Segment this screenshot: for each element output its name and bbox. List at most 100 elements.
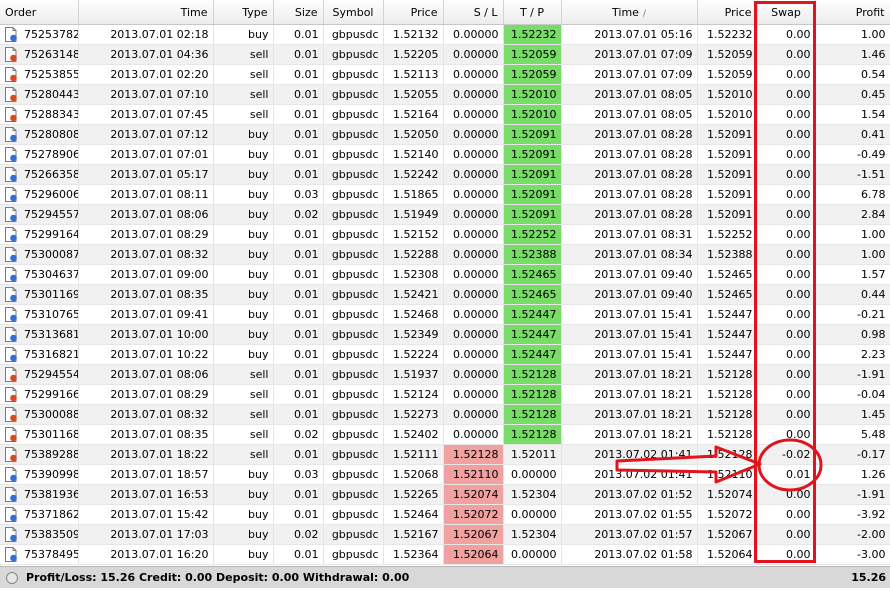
cell-swap: 0.00 <box>757 24 816 45</box>
cell-size: 0.03 <box>273 464 324 485</box>
cell-type: buy <box>213 204 274 225</box>
cell-profit: 0.98 <box>815 324 890 345</box>
cell-sl: 0.00000 <box>443 84 504 105</box>
col-type[interactable]: Type <box>213 0 274 25</box>
cell-tp: 1.52128 <box>503 384 562 405</box>
cell-open-price: 1.52308 <box>383 264 444 285</box>
table-row[interactable]: 75300087 2013.07.01 08:32 buy 0.01 gbpusdc 1.… <box>0 244 890 265</box>
cell-swap: 0.00 <box>757 404 816 425</box>
col-open-price-label: Price <box>410 5 438 19</box>
cell-close-time: 2013.07.01 08:28 <box>561 204 698 225</box>
cell-close-price: 1.52059 <box>697 44 758 65</box>
red-order-icon <box>5 367 17 382</box>
col-profit[interactable]: Profit <box>815 0 890 25</box>
cell-type: sell <box>213 104 274 125</box>
cell-close-price: 1.52010 <box>697 104 758 125</box>
table-row[interactable]: 75300088 2013.07.01 08:32 sell 0.01 gbpusdc 1… <box>0 404 890 425</box>
blue-order-icon <box>5 167 17 182</box>
order-number: 75299164 <box>24 228 78 241</box>
cell-symbol: gbpusdc <box>323 404 384 425</box>
col-swap[interactable]: Swap <box>757 0 816 25</box>
cell-type: sell <box>213 364 274 385</box>
table-row[interactable]: 75278906 2013.07.01 07:01 buy 0.01 gbpusdc 1.… <box>0 144 890 165</box>
cell-size: 0.01 <box>273 24 324 45</box>
cell-swap: 0.00 <box>757 384 816 405</box>
table-row[interactable]: 75266358 2013.07.01 05:17 buy 0.01 gbpusdc 1.… <box>0 164 890 185</box>
col-sl[interactable]: S / L <box>443 0 504 25</box>
cell-tp: 1.52059 <box>503 64 562 85</box>
cell-order: 75266358 <box>0 164 79 185</box>
table-row[interactable]: 75383509 2013.07.01 17:03 buy 0.02 gbpusdc 1.… <box>0 524 890 545</box>
table-row[interactable]: 75389288 2013.07.01 18:22 sell 0.01 gbpusdc 1… <box>0 444 890 465</box>
cell-open-price: 1.52265 <box>383 484 444 505</box>
cell-order: 75294554 <box>0 364 79 385</box>
table-row[interactable]: 75371862 2013.07.01 15:42 buy 0.01 gbpusdc 1.… <box>0 504 890 525</box>
cell-order: 75296006 <box>0 184 79 205</box>
cell-open-price: 1.51937 <box>383 364 444 385</box>
cell-swap: 0.00 <box>757 44 816 65</box>
cell-sl: 0.00000 <box>443 384 504 405</box>
cell-open-time: 2013.07.01 16:20 <box>78 544 214 565</box>
cell-close-time: 2013.07.01 08:05 <box>561 84 698 105</box>
table-row[interactable]: 75304637 2013.07.01 09:00 buy 0.01 gbpusdc 1.… <box>0 264 890 285</box>
table-row[interactable]: 75299164 2013.07.01 08:29 buy 0.01 gbpusdc 1.… <box>0 224 890 245</box>
col-size[interactable]: Size <box>273 0 324 25</box>
cell-open-price: 1.52288 <box>383 244 444 265</box>
order-number: 75278906 <box>24 148 78 161</box>
table-row[interactable]: 75296006 2013.07.01 08:11 buy 0.03 gbpusdc 1.… <box>0 184 890 205</box>
table-row[interactable]: 75301168 2013.07.01 08:35 sell 0.02 gbpusdc 1… <box>0 424 890 445</box>
sort-indicator-icon: / <box>642 8 646 19</box>
col-open-time[interactable]: Time <box>78 0 214 25</box>
cell-open-time: 2013.07.01 02:20 <box>78 64 214 85</box>
col-open-price[interactable]: Price <box>383 0 444 25</box>
table-row[interactable]: 75294554 2013.07.01 08:06 sell 0.01 gbpusdc 1… <box>0 364 890 385</box>
table-row[interactable]: 75253782 2013.07.01 02:18 buy 0.01 gbpusdc 1.… <box>0 24 890 45</box>
table-row[interactable]: 75378495 2013.07.01 16:20 buy 0.01 gbpusdc 1.… <box>0 544 890 565</box>
table-row[interactable]: 75280443 2013.07.01 07:10 sell 0.01 gbpusdc 1… <box>0 84 890 105</box>
cell-tp: 1.52091 <box>503 124 562 145</box>
cell-order: 75299164 <box>0 224 79 245</box>
table-row[interactable]: 75390998 2013.07.01 18:57 buy 0.03 gbpusdc 1.… <box>0 464 890 485</box>
table-row[interactable]: 75381936 2013.07.01 16:53 buy 0.01 gbpusdc 1.… <box>0 484 890 505</box>
col-close-price[interactable]: Price <box>697 0 758 25</box>
table-row[interactable]: 75253855 2013.07.01 02:20 sell 0.01 gbpusdc 1… <box>0 64 890 85</box>
cell-close-price: 1.52091 <box>697 164 758 185</box>
cell-type: buy <box>213 144 274 165</box>
cell-profit: 0.54 <box>815 64 890 85</box>
cell-profit: -1.51 <box>815 164 890 185</box>
cell-order: 75263148 <box>0 44 79 65</box>
cell-close-time: 2013.07.02 01:52 <box>561 484 698 505</box>
cell-open-time: 2013.07.01 10:22 <box>78 344 214 365</box>
col-symbol[interactable]: Symbol <box>323 0 384 25</box>
order-number: 75316821 <box>24 348 78 361</box>
cell-sl: 1.52064 <box>443 544 504 565</box>
col-close-time[interactable]: Time / <box>561 0 698 25</box>
cell-profit: 6.78 <box>815 184 890 205</box>
cell-open-time: 2013.07.01 07:01 <box>78 144 214 165</box>
table-row[interactable]: 75263148 2013.07.01 04:36 sell 0.01 gbpusdc 1… <box>0 44 890 65</box>
table-row[interactable]: 75299166 2013.07.01 08:29 sell 0.01 gbpusdc 1… <box>0 384 890 405</box>
col-tp[interactable]: T / P <box>503 0 562 25</box>
cell-symbol: gbpusdc <box>323 24 384 45</box>
table-row[interactable]: 75294557 2013.07.01 08:06 buy 0.02 gbpusdc 1.… <box>0 204 890 225</box>
cell-order: 75389288 <box>0 444 79 465</box>
cell-order: 75301168 <box>0 424 79 445</box>
table-row[interactable]: 75310765 2013.07.01 09:41 buy 0.01 gbpusdc 1.… <box>0 304 890 325</box>
cell-open-time: 2013.07.01 08:32 <box>78 244 214 265</box>
table-row[interactable]: 75301169 2013.07.01 08:35 buy 0.01 gbpusdc 1.… <box>0 284 890 305</box>
cell-order: 75253782 <box>0 24 79 45</box>
cell-open-time: 2013.07.01 18:22 <box>78 444 214 465</box>
table-row[interactable]: 75316821 2013.07.01 10:22 buy 0.01 gbpusdc 1.… <box>0 344 890 365</box>
cell-size: 0.01 <box>273 404 324 425</box>
cell-close-price: 1.52091 <box>697 124 758 145</box>
cell-profit: 0.45 <box>815 84 890 105</box>
cell-type: buy <box>213 184 274 205</box>
cell-sl: 0.00000 <box>443 364 504 385</box>
cell-size: 0.01 <box>273 124 324 145</box>
table-row[interactable]: 75313681 2013.07.01 10:00 buy 0.01 gbpusdc 1.… <box>0 324 890 345</box>
table-row[interactable]: 75280808 2013.07.01 07:12 buy 0.01 gbpusdc 1.… <box>0 124 890 145</box>
table-row[interactable]: 75288343 2013.07.01 07:45 sell 0.01 gbpusdc 1… <box>0 104 890 125</box>
col-order[interactable]: Order <box>0 0 79 25</box>
cell-swap: 0.00 <box>757 144 816 165</box>
order-number: 75263148 <box>24 48 78 61</box>
